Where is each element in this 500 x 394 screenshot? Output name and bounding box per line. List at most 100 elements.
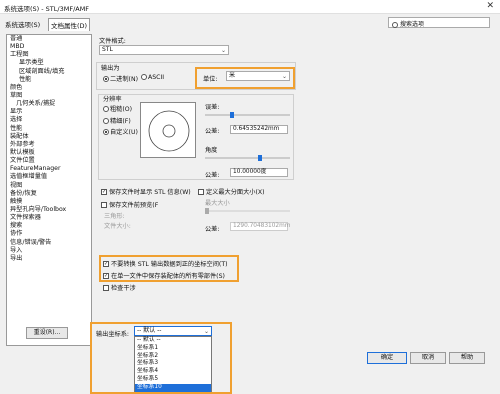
fine-radio[interactable]: 精细(F) (103, 116, 131, 125)
angle-slider-thumb[interactable] (258, 155, 262, 161)
tree-item[interactable]: 显示类型 (7, 59, 91, 67)
coord-option[interactable]: 坐标系10 (135, 383, 211, 392)
max-tolerance-input[interactable]: 1290.70483102mm (230, 222, 290, 231)
max-size-slider[interactable] (205, 210, 290, 212)
coord-dropdown-list[interactable]: -- 默认 -- 坐标系1 坐标系2 坐标系3 坐标系4 坐标系5 坐标系10 (134, 336, 212, 392)
chevron-down-icon: ⌄ (281, 73, 287, 80)
ascii-radio[interactable]: ASCII (141, 74, 164, 81)
save-all-checkbox[interactable]: ✓ 在单一文件中保存装配体的所有零部件(S) (103, 271, 225, 280)
checkbox-icon: ✓ (103, 261, 109, 267)
chevron-down-icon: ⌄ (220, 47, 226, 54)
coord-option[interactable]: -- 默认 -- (135, 337, 211, 345)
search-placeholder: 搜索选项 (400, 21, 425, 28)
preview-checkbox[interactable]: 保存文件前预览(F (101, 200, 158, 209)
angle-label: 角度 (205, 147, 218, 154)
tree-item[interactable]: 外部参考 (7, 141, 91, 149)
max-tolerance-label: 公差: (205, 226, 220, 233)
tab-document-properties[interactable]: 文档属性(D) (48, 18, 91, 31)
tree-item[interactable]: 文件位置 (7, 157, 91, 165)
tree-item[interactable]: 性能 (7, 125, 91, 133)
coord-option[interactable]: 坐标系4 (135, 368, 211, 376)
max-length-checkbox[interactable]: 定义最大分面大小(X) (198, 187, 265, 196)
angle-tolerance-input[interactable]: 10.00000度 (230, 168, 288, 177)
ok-button[interactable]: 确定 (367, 352, 407, 364)
checkbox-icon (198, 189, 204, 195)
tree-item[interactable]: 装配体 (7, 133, 91, 141)
file-format-label: 文件格式: (99, 38, 126, 45)
max-size-slider-thumb[interactable] (205, 208, 209, 214)
checkbox-icon (101, 202, 107, 208)
tree-item[interactable]: 文件探索器 (7, 214, 91, 222)
save-all-label: 在单一文件中保存装配体的所有零部件(S) (111, 273, 225, 280)
tree-item[interactable]: 颜色 (7, 84, 91, 92)
tree-item[interactable]: 几何关系/捕捉 (7, 100, 91, 108)
output-coord-value: -- 默认 -- (137, 327, 162, 334)
radio-icon (103, 106, 109, 112)
no-translate-label: 不要转换 STL 输出数据到正的坐标空间(T) (111, 261, 228, 268)
deviation-slider-thumb[interactable] (230, 112, 234, 118)
angle-tolerance-label: 公差: (205, 172, 220, 179)
reset-button[interactable]: 重设(R)... (26, 327, 68, 339)
tree-item[interactable]: 异型孔向导/Toolbox (7, 206, 91, 214)
coarse-radio[interactable]: 粗糙(O) (103, 104, 132, 113)
check-interfere-checkbox[interactable]: 检查干涉 (103, 283, 136, 292)
tree-item[interactable]: 选择 (7, 116, 91, 124)
tree-item[interactable]: 备份/恢复 (7, 190, 91, 198)
file-format-select[interactable]: STL ⌄ (99, 45, 229, 55)
show-info-label: 保存文件时显示 STL 信息(W) (109, 189, 191, 196)
output-coord-select[interactable]: -- 默认 -- ⌄ (134, 326, 212, 336)
window-title: 系统选项(S) - STL/3MF/AMF (4, 5, 90, 13)
tree-item[interactable]: 导出 (7, 255, 91, 263)
close-icon[interactable]: ✕ (486, 1, 494, 11)
file-format-value: STL (102, 46, 113, 53)
no-translate-checkbox[interactable]: ✓ 不要转换 STL 输出数据到正的坐标空间(T) (103, 259, 228, 268)
coord-option[interactable]: 坐标系5 (135, 376, 211, 384)
checkbox-icon (103, 285, 109, 291)
coord-option[interactable]: 坐标系1 (135, 345, 211, 353)
binary-radio[interactable]: 二进制(N) (103, 74, 138, 83)
tab-system-options[interactable]: 系统选项(S) (3, 18, 42, 30)
max-length-label: 定义最大分面大小(X) (206, 189, 265, 196)
tree-item[interactable]: 草图 (7, 92, 91, 100)
search-icon (392, 21, 398, 28)
output-as-label: 输出为 (101, 65, 120, 72)
search-input[interactable]: 搜索选项 (388, 17, 490, 28)
deviation-slider[interactable] (205, 114, 290, 116)
coarse-label: 粗糙(O) (110, 106, 133, 113)
tree-item[interactable]: 触摸 (7, 198, 91, 206)
help-button[interactable]: 帮助 (449, 352, 485, 364)
tolerance-input[interactable]: 0.64535242mm (230, 125, 288, 134)
tree-item[interactable]: 默认模板 (7, 149, 91, 157)
tree-item[interactable]: 普通 (7, 35, 91, 43)
radio-icon (103, 118, 109, 124)
resolution-label: 分辨率 (103, 96, 122, 103)
tolerance-label: 公差: (205, 128, 220, 135)
output-coord-label: 输出坐标系: (96, 331, 130, 338)
tree-item[interactable]: 协作 (7, 230, 91, 238)
unit-value: 米 (229, 72, 236, 79)
options-tree[interactable]: 普通 MBD 工程图 显示类型 区域剖面线/填充 性能 颜色 草图 几何关系/捕捉 显示 选择 性能装… (6, 34, 92, 346)
tree-item[interactable]: 选值框增量值 (7, 173, 91, 181)
file-size-label: 文件大小: (104, 223, 131, 230)
show-info-checkbox[interactable]: ✓ 保存文件时显示 STL 信息(W) (101, 187, 191, 196)
disk-icon (148, 110, 190, 152)
check-interfere-label: 检查干涉 (111, 285, 136, 292)
options-window: { "title": "系统选项(S) - STL/3MF/AMF", "tab… (0, 0, 500, 394)
max-size-label: 最大大小 (205, 200, 230, 207)
unit-select[interactable]: 米 ⌄ (226, 71, 290, 81)
title-bar: 系统选项(S) - STL/3MF/AMF ✕ (0, 0, 500, 14)
custom-radio[interactable]: 自定义(U) (103, 127, 138, 136)
checkbox-icon: ✓ (101, 189, 107, 195)
tree-item[interactable]: 信息/错误/警告 (7, 239, 91, 247)
radio-icon (103, 129, 109, 135)
tree-item[interactable]: 区域剖面线/填充 (7, 68, 91, 76)
tree-item[interactable]: 性能 (7, 76, 91, 84)
checkbox-icon: ✓ (103, 273, 109, 279)
tree-item[interactable]: 视图 (7, 182, 91, 190)
custom-label: 自定义(U) (110, 129, 138, 136)
ascii-label: ASCII (148, 74, 165, 81)
angle-slider[interactable] (205, 157, 290, 159)
tree-item[interactable]: 导入 (7, 247, 91, 255)
cancel-button[interactable]: 取消 (410, 352, 446, 364)
deviation-label: 误差: (205, 104, 220, 111)
